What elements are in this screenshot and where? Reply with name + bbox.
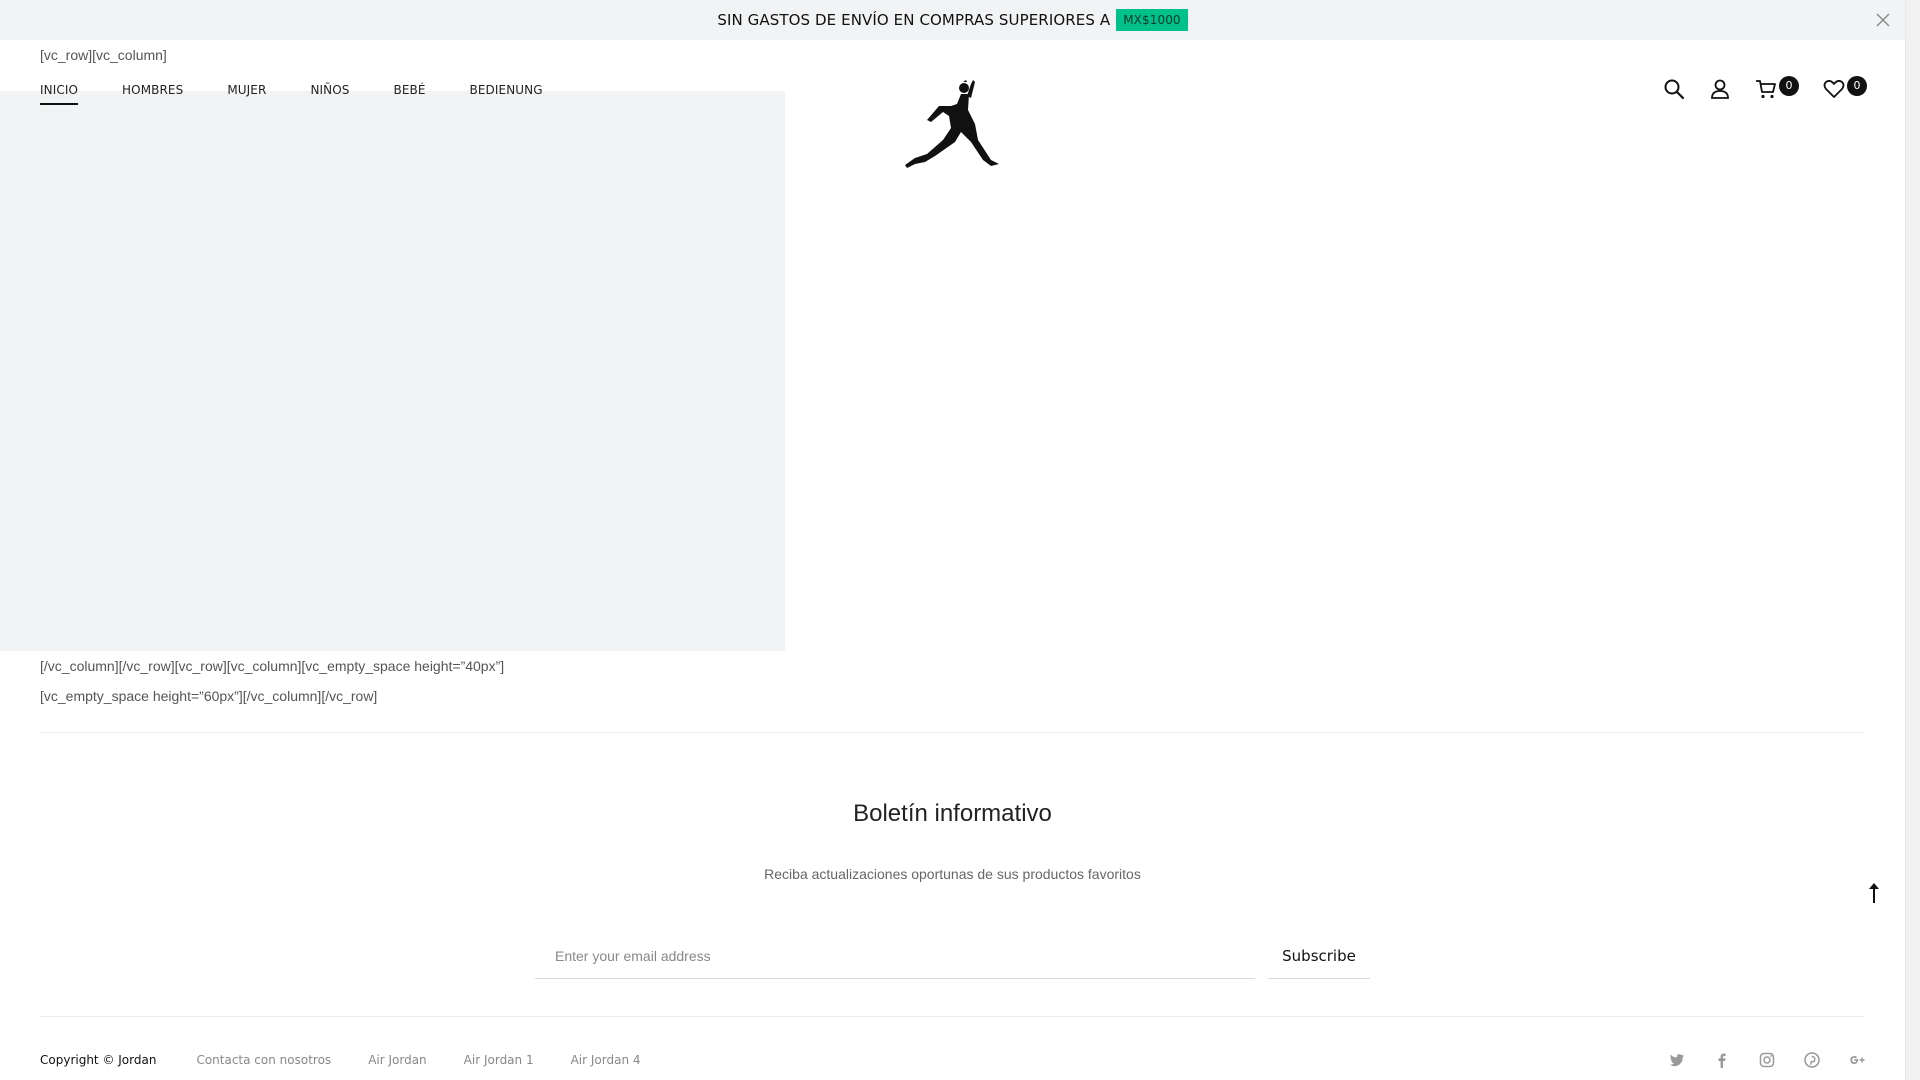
close-icon[interactable] xyxy=(1875,12,1891,28)
pinterest-icon[interactable] xyxy=(1804,1052,1820,1068)
search-icon[interactable] xyxy=(1663,78,1685,100)
jordan-logo[interactable] xyxy=(905,80,1000,168)
nav-item-hombres[interactable]: HOMBRES xyxy=(122,83,183,105)
footer-link-air-jordan-4[interactable]: Air Jordan 4 xyxy=(571,1053,641,1067)
promo-text: SIN GASTOS DE ENVÍO EN COMPRAS SUPERIORE… xyxy=(717,11,1111,29)
nav-item-inicio[interactable]: INICIO xyxy=(40,83,79,105)
social-links xyxy=(1640,1052,1865,1068)
footer-links: Copyright © Jordan Contacta con nosotros… xyxy=(40,1053,678,1067)
shortcode-text-top: [vc_row][vc_column] xyxy=(40,47,167,63)
footer-link-air-jordan[interactable]: Air Jordan xyxy=(368,1053,426,1067)
facebook-icon[interactable] xyxy=(1714,1052,1730,1068)
content-divider xyxy=(40,732,1865,733)
nav-item-bedienung[interactable]: BEDIENUNG xyxy=(470,83,543,105)
cart-count-badge: 0 xyxy=(1779,76,1799,96)
nav-item-bebe[interactable]: BEBÉ xyxy=(394,83,426,105)
wishlist-count-badge: 0 xyxy=(1847,76,1867,96)
shortcode-text-line2: [vc_empty_space height=”60px”][/vc_colum… xyxy=(40,688,378,704)
newsletter-title: Boletín informativo xyxy=(853,800,1052,827)
footer-divider xyxy=(40,1016,1865,1017)
google-plus-icon[interactable] xyxy=(1849,1052,1865,1068)
cart-icon[interactable]: 0 xyxy=(1755,76,1799,100)
promo-badge: MX$1000 xyxy=(1116,9,1188,31)
instagram-icon[interactable] xyxy=(1759,1052,1775,1068)
subscribe-button[interactable]: Subscribe xyxy=(1268,933,1370,979)
shortcode-text-line1: [/vc_column][/vc_row][vc_row][vc_column]… xyxy=(40,658,505,674)
header-icons: 0 0 xyxy=(1639,76,1867,100)
arrow-up-icon[interactable] xyxy=(1866,881,1882,905)
newsletter-subtitle: Reciba actualizaciones oportunas de sus … xyxy=(764,866,1141,882)
footer-link-contact[interactable]: Contacta con nosotros xyxy=(196,1053,331,1067)
promo-bar: SIN GASTOS DE ENVÍO EN COMPRAS SUPERIORE… xyxy=(0,0,1905,40)
hero-placeholder xyxy=(0,91,785,651)
email-input[interactable] xyxy=(535,933,1255,979)
main-nav: INICIO HOMBRES MUJER NIÑOS BEBÉ BEDIENUN… xyxy=(40,83,587,105)
copyright-text: Copyright © Jordan xyxy=(40,1053,157,1067)
nav-item-mujer[interactable]: MUJER xyxy=(227,83,266,105)
footer-link-air-jordan-1[interactable]: Air Jordan 1 xyxy=(464,1053,534,1067)
user-icon[interactable] xyxy=(1709,78,1731,100)
twitter-icon[interactable] xyxy=(1669,1052,1685,1068)
page-scrollbar[interactable] xyxy=(1905,0,1920,1080)
heart-icon[interactable]: 0 xyxy=(1823,76,1867,100)
nav-item-ninos[interactable]: NIÑOS xyxy=(310,83,349,105)
